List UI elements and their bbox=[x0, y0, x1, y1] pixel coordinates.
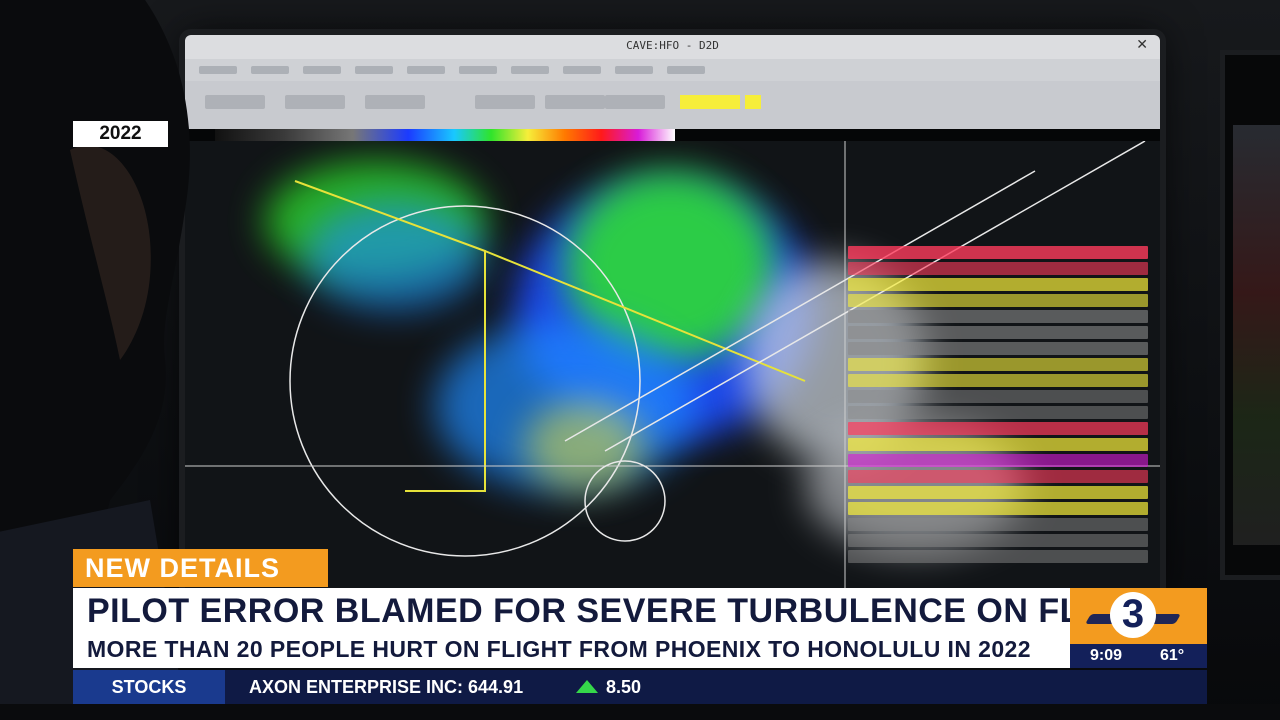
lower-third: PILOT ERROR BLAMED FOR SEVERE TURBULENCE… bbox=[73, 588, 1164, 668]
monitor-window-title: CAVE:HFO - D2D bbox=[626, 39, 719, 52]
stock-ticker: STOCKS AXON ENTERPRISE INC: 644.91 8.50 bbox=[73, 670, 1207, 704]
radar-map bbox=[185, 141, 1160, 595]
year-label: 2022 bbox=[73, 121, 168, 147]
new-details-tag: NEW DETAILS bbox=[73, 549, 328, 587]
radar-color-scale bbox=[215, 129, 675, 141]
newscast-scene: CAVE:HFO - D2D ✕ 2022 NEW DETAILS PILOT … bbox=[0, 0, 1280, 720]
subheadline: MORE THAN 20 PEOPLE HURT ON FLIGHT FROM … bbox=[87, 636, 1031, 662]
scatterometer-wind-table bbox=[848, 246, 1148, 566]
ticker-label: STOCKS bbox=[73, 670, 225, 704]
station-logo: 3 bbox=[1070, 588, 1207, 644]
time-temp-bar: 9:09 61° bbox=[1070, 644, 1207, 668]
monitor-titlebar: CAVE:HFO - D2D ✕ bbox=[185, 35, 1160, 59]
monitor-toolbar bbox=[185, 81, 1160, 129]
ticker-change: 8.50 bbox=[606, 677, 642, 697]
close-icon: ✕ bbox=[1136, 37, 1148, 53]
logo-number: 3 bbox=[1121, 592, 1145, 636]
bottom-strip bbox=[0, 704, 1280, 720]
secondary-monitor bbox=[1225, 55, 1280, 575]
time-display: 9:09 bbox=[1090, 647, 1123, 664]
ticker-stock: AXON ENTERPRISE INC: 644.91 bbox=[249, 677, 524, 697]
monitor-menubar bbox=[185, 59, 1160, 81]
headline: PILOT ERROR BLAMED FOR SEVERE TURBULENCE… bbox=[87, 592, 1165, 630]
up-arrow-icon bbox=[576, 680, 598, 693]
weather-monitor: CAVE:HFO - D2D ✕ bbox=[185, 35, 1160, 595]
temperature-display: 61° bbox=[1160, 647, 1185, 664]
